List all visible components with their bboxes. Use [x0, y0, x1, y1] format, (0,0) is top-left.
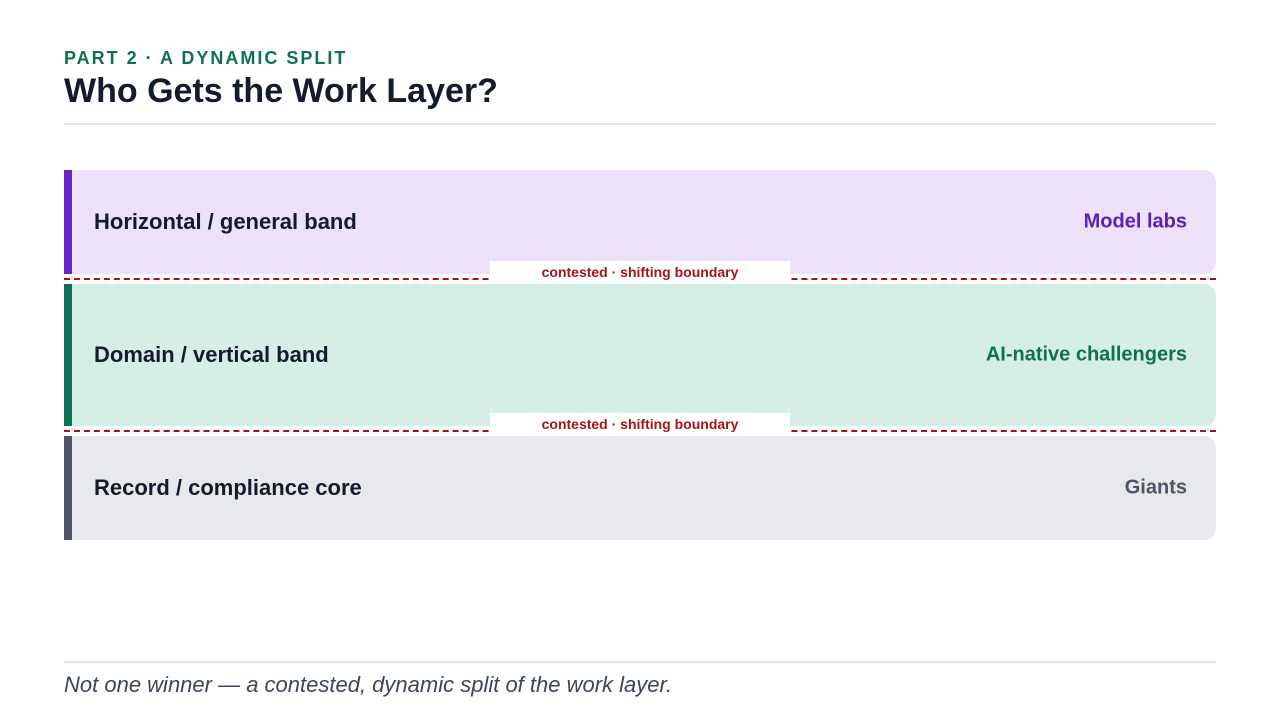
band-domain-vertical: Domain / vertical band AI-native challen…: [64, 284, 1216, 426]
title-divider: [64, 123, 1216, 125]
band-owner: Giants: [1124, 476, 1187, 499]
page-title: Who Gets the Work Layer?: [64, 72, 498, 110]
section-kicker: PART 2 · A DYNAMIC SPLIT: [64, 48, 348, 68]
footer-divider: [64, 661, 1216, 663]
band-accent-bar: [64, 436, 72, 540]
band-name: Record / compliance core: [94, 475, 362, 500]
band-name: Domain / vertical band: [94, 342, 329, 367]
contested-boundary-label: contested · shifting boundary: [490, 413, 790, 435]
band-accent-bar: [64, 170, 72, 274]
band-name: Horizontal / general band: [94, 209, 357, 234]
band-horizontal-general: Horizontal / general band Model labs: [64, 170, 1216, 274]
contested-boundary-label: contested · shifting boundary: [490, 261, 790, 283]
band-accent-bar: [64, 284, 72, 426]
band-record-compliance: Record / compliance core Giants: [64, 436, 1216, 540]
band-owner: AI-native challengers: [985, 343, 1187, 366]
footer-caption: Not one winner — a contested, dynamic sp…: [64, 672, 673, 697]
band-owner: Model labs: [1083, 210, 1187, 233]
